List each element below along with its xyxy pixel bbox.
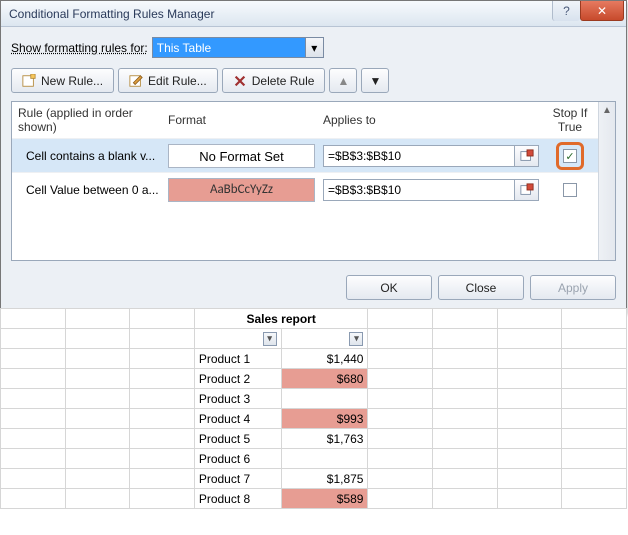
- help-button[interactable]: ?: [552, 1, 580, 21]
- delete-icon: [233, 74, 247, 88]
- ok-label: OK: [380, 281, 397, 295]
- rule-format-preview: No Format Set: [168, 144, 315, 168]
- col-sales-label: Sales: [286, 332, 317, 346]
- col-sales-header[interactable]: Sales ▾: [281, 329, 368, 349]
- product-cell[interactable]: Product 3: [194, 389, 281, 409]
- chevron-down-icon: ▾: [305, 38, 323, 57]
- range-picker-icon: [520, 183, 534, 197]
- product-cell[interactable]: Product 1: [194, 349, 281, 369]
- scope-value: This Table: [153, 38, 305, 57]
- sales-cell[interactable]: $589: [281, 489, 368, 509]
- table-row[interactable]: Product 5$1,763: [1, 429, 627, 449]
- sales-cell[interactable]: $1,763: [281, 429, 368, 449]
- rule-name: Cell Value between 0 a...: [18, 183, 168, 197]
- close-button[interactable]: Close: [438, 275, 524, 300]
- new-rule-icon: [22, 74, 36, 88]
- dialog-footer: OK Close Apply: [11, 275, 616, 300]
- sales-cell[interactable]: $1,440: [281, 349, 368, 369]
- apply-label: Apply: [558, 281, 588, 295]
- toolbar: New Rule... Edit Rule... Delete Rule ▲ ▼: [11, 68, 616, 93]
- product-cell[interactable]: Product 7: [194, 469, 281, 489]
- product-cell[interactable]: Product 8: [194, 489, 281, 509]
- product-cell[interactable]: Product 5: [194, 429, 281, 449]
- sales-cell[interactable]: [281, 389, 368, 409]
- header-format: Format: [168, 113, 323, 127]
- sales-title: Sales report: [194, 309, 368, 329]
- rule-row[interactable]: Cell Value between 0 a... AaBbCcYyZz: [12, 172, 615, 206]
- rule-name: Cell contains a blank v...: [18, 149, 168, 163]
- product-cell[interactable]: Product 4: [194, 409, 281, 429]
- new-rule-label: New Rule...: [41, 74, 103, 88]
- stop-if-true-checkbox[interactable]: ✓: [563, 149, 577, 163]
- edit-rule-icon: [129, 74, 143, 88]
- spreadsheet-area: Sales report Product▾ Sales▾ Product 1$1…: [0, 308, 627, 509]
- delete-rule-label: Delete Rule: [252, 74, 315, 88]
- applies-to-input[interactable]: [323, 179, 515, 201]
- titlebar: Conditional Formatting Rules Manager ? ✕: [1, 1, 626, 27]
- stop-if-true-checkbox[interactable]: [563, 183, 577, 197]
- table-row[interactable]: Product 6: [1, 449, 627, 469]
- help-icon: ?: [563, 4, 570, 18]
- move-up-button[interactable]: ▲: [329, 68, 357, 93]
- sales-cell[interactable]: $1,875: [281, 469, 368, 489]
- table-row[interactable]: Product 4$993: [1, 409, 627, 429]
- scroll-up-icon: ▲: [599, 102, 615, 119]
- filter-row: Show formatting rules for: This Table ▾: [11, 37, 616, 58]
- applies-to-input[interactable]: [323, 145, 515, 167]
- worksheet[interactable]: Sales report Product▾ Sales▾ Product 1$1…: [0, 308, 627, 509]
- sales-cell[interactable]: $680: [281, 369, 368, 389]
- dialog-title: Conditional Formatting Rules Manager: [9, 7, 214, 21]
- sales-cell[interactable]: $993: [281, 409, 368, 429]
- scope-dropdown[interactable]: This Table ▾: [152, 37, 324, 58]
- arrow-down-icon: ▼: [369, 74, 381, 88]
- stop-if-true-cell: [539, 183, 601, 197]
- new-rule-button[interactable]: New Rule...: [11, 68, 114, 93]
- table-row[interactable]: Product 2$680: [1, 369, 627, 389]
- col-product-header[interactable]: Product ▾: [194, 329, 281, 349]
- conditional-formatting-dialog: Conditional Formatting Rules Manager ? ✕…: [0, 0, 627, 313]
- header-applies: Applies to: [323, 113, 539, 127]
- arrow-up-icon: ▲: [337, 74, 349, 88]
- close-label: Close: [466, 281, 497, 295]
- delete-rule-button[interactable]: Delete Rule: [222, 68, 326, 93]
- filter-dropdown-icon[interactable]: ▾: [263, 332, 277, 346]
- highlight-ring: ✓: [556, 142, 584, 170]
- dialog-body: Show formatting rules for: This Table ▾ …: [1, 27, 626, 312]
- product-cell[interactable]: Product 6: [194, 449, 281, 469]
- header-rule: Rule (applied in order shown): [18, 106, 168, 134]
- col-product-label: Product: [199, 332, 244, 346]
- product-cell[interactable]: Product 2: [194, 369, 281, 389]
- header-stop: Stop If True: [539, 106, 601, 134]
- edit-rule-label: Edit Rule...: [148, 74, 207, 88]
- rules-list: Rule (applied in order shown) Format App…: [11, 101, 616, 261]
- stop-if-true-cell: ✓: [539, 142, 601, 170]
- rule-row[interactable]: Cell contains a blank v... No Format Set…: [12, 138, 615, 172]
- titlebar-buttons: ? ✕: [552, 1, 624, 26]
- range-picker-button[interactable]: [515, 145, 539, 167]
- close-window-button[interactable]: ✕: [580, 1, 624, 21]
- table-row[interactable]: Product 7$1,875: [1, 469, 627, 489]
- rules-header: Rule (applied in order shown) Format App…: [12, 102, 615, 138]
- sales-cell[interactable]: [281, 449, 368, 469]
- edit-rule-button[interactable]: Edit Rule...: [118, 68, 218, 93]
- table-row[interactable]: Product 8$589: [1, 489, 627, 509]
- table-row[interactable]: Product 1$1,440: [1, 349, 627, 369]
- applies-to-wrap: [323, 179, 539, 201]
- filter-dropdown-icon[interactable]: ▾: [349, 332, 363, 346]
- table-row[interactable]: Product 3: [1, 389, 627, 409]
- ok-button[interactable]: OK: [346, 275, 432, 300]
- apply-button[interactable]: Apply: [530, 275, 616, 300]
- move-down-button[interactable]: ▼: [361, 68, 389, 93]
- rule-format-preview: AaBbCcYyZz: [168, 178, 315, 202]
- range-picker-button[interactable]: [515, 179, 539, 201]
- filter-label: Show formatting rules for:: [11, 41, 148, 55]
- close-icon: ✕: [597, 4, 607, 18]
- applies-to-wrap: [323, 145, 539, 167]
- vertical-scrollbar[interactable]: ▲: [598, 102, 615, 260]
- range-picker-icon: [520, 149, 534, 163]
